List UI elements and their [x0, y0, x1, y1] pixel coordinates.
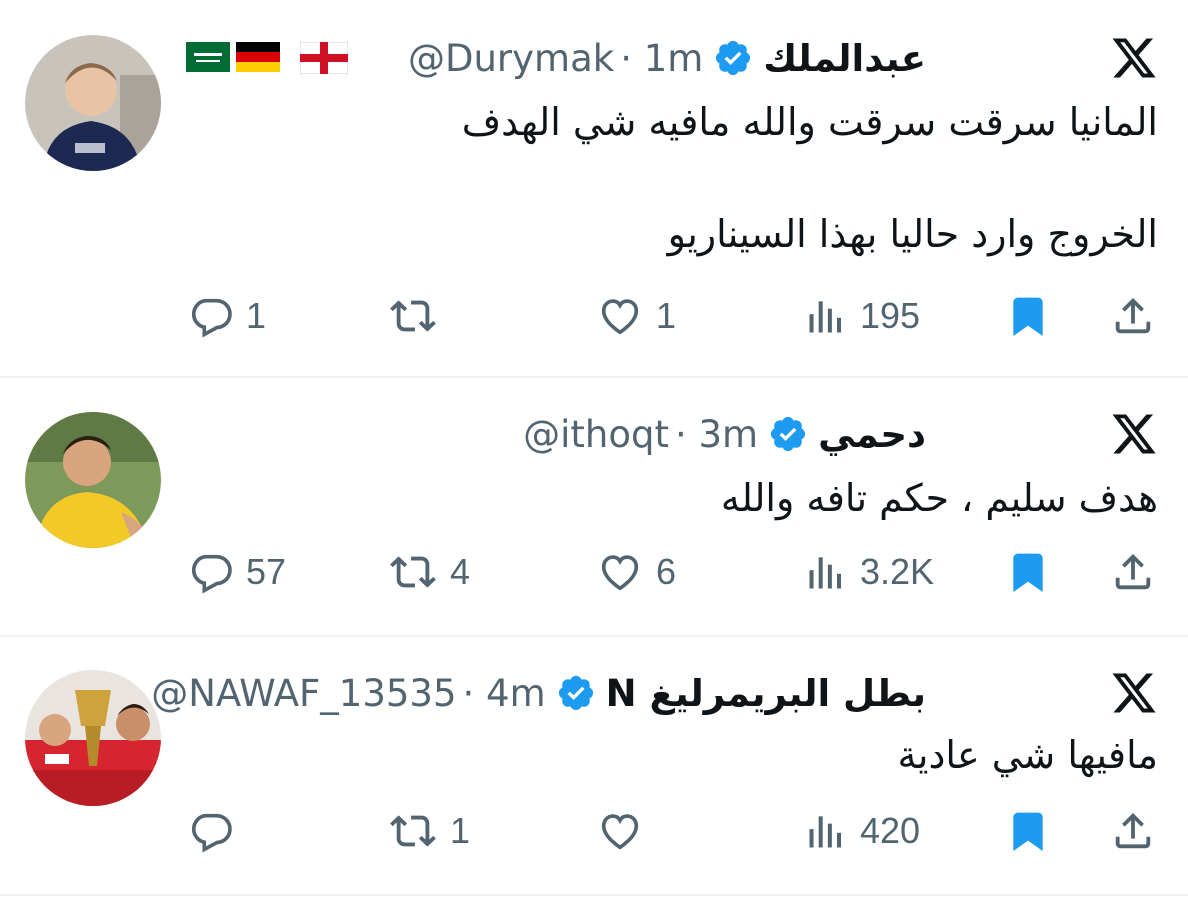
tweet-text-line: مافيها شي عادية: [897, 733, 1158, 777]
view-count: 420: [860, 810, 921, 851]
action-bar: 1 1 195: [180, 288, 1160, 344]
like-button[interactable]: 6: [596, 544, 676, 600]
reply-count: 57: [246, 551, 287, 592]
verified-badge-icon: [768, 414, 808, 454]
tweet-text-line: المانيا سرقت سرقت والله مافيه شي الهدف: [461, 100, 1158, 144]
like-count: 1: [656, 295, 677, 336]
timestamp: · 1m: [620, 36, 704, 80]
retweet-icon: [390, 300, 436, 332]
author-name[interactable]: دحمي: [818, 413, 926, 456]
tweet-text-line: الخروج وارد حاليا بهذا السيناريو: [667, 212, 1158, 256]
reply-button[interactable]: [188, 803, 246, 859]
share-button[interactable]: [1110, 803, 1156, 859]
heart-icon: [601, 555, 639, 591]
author-handle[interactable]: @Durymak · 1m: [408, 37, 703, 80]
like-button[interactable]: 1: [596, 288, 676, 344]
timestamp: · 4m: [462, 671, 546, 715]
bookmark-button[interactable]: [1006, 288, 1050, 344]
views-icon: [809, 816, 842, 848]
share-icon: [1115, 812, 1151, 849]
view-count: 3.2K: [860, 551, 935, 592]
bookmark-button[interactable]: [1006, 803, 1050, 859]
tweet-card[interactable]: بطل البريمرليغ N @NAWAF_13535 · 4m مافيها…: [0, 637, 1188, 895]
share-button[interactable]: [1110, 288, 1156, 344]
x-logo-icon[interactable]: [1110, 34, 1158, 82]
author-handle[interactable]: @ithoqt · 3m: [523, 413, 758, 456]
heart-icon: [601, 814, 639, 850]
retweet-icon: [390, 556, 436, 588]
like-count: 6: [656, 551, 677, 592]
share-button[interactable]: [1110, 544, 1156, 600]
tweet-text-line: هدف سليم ، حكم تافه والله: [720, 476, 1158, 520]
timestamp: · 3m: [674, 412, 759, 456]
avatar[interactable]: [25, 412, 161, 548]
tweet-header: بطل البريمرليغ N @NAWAF_13535 · 4m: [151, 665, 926, 721]
tweet-header: دحمي @ithoqt · 3m: [523, 406, 926, 462]
retweet-count: 1: [450, 810, 471, 851]
retweet-icon: [390, 815, 436, 847]
x-logo-icon[interactable]: [1110, 410, 1158, 458]
tweet-separator: [0, 894, 1188, 896]
avatar[interactable]: [25, 670, 161, 806]
handle-text: @NAWAF_13535: [151, 671, 457, 715]
flag-emojis: [186, 41, 349, 75]
author-name[interactable]: عبدالملك: [763, 37, 926, 80]
retweet-button[interactable]: [388, 288, 450, 344]
retweet-button[interactable]: 4: [388, 544, 470, 600]
saudi-flag-icon: [186, 42, 230, 72]
author-handle[interactable]: @NAWAF_13535 · 4m: [151, 672, 545, 715]
like-button[interactable]: [596, 803, 656, 859]
tweet-text: مافيها شي عادية: [198, 727, 1158, 783]
tweet-text: هدف سليم ، حكم تافه والله: [198, 470, 1158, 526]
reply-button[interactable]: 1: [188, 288, 266, 344]
heart-icon: [601, 299, 639, 335]
avatar[interactable]: [25, 35, 161, 171]
x-logo-icon[interactable]: [1110, 669, 1158, 717]
handle-text: @Durymak: [407, 36, 615, 80]
reply-button[interactable]: 57: [188, 544, 286, 600]
reply-icon: [191, 298, 232, 338]
tweet-card[interactable]: دحمي @ithoqt · 3m هدف سليم ، حكم تافه وال…: [0, 378, 1188, 636]
view-count: 195: [860, 295, 921, 336]
bookmark-filled-icon: [1013, 297, 1043, 337]
views-button[interactable]: 420: [804, 803, 920, 859]
bookmark-filled-icon: [1013, 553, 1043, 593]
reply-count: 1: [246, 295, 267, 336]
tweet-header: عبدالملك @Durymak · 1m: [408, 30, 926, 86]
germany-flag-icon: [236, 42, 280, 72]
views-button[interactable]: 3.2K: [804, 544, 934, 600]
action-bar: 57 4 6 3.2K: [180, 544, 1160, 600]
action-bar: 1 420: [180, 803, 1160, 859]
bookmark-button[interactable]: [1006, 544, 1050, 600]
views-icon: [809, 557, 842, 589]
author-name[interactable]: بطل البريمرليغ N: [606, 672, 926, 715]
verified-badge-icon: [556, 673, 596, 713]
share-icon: [1115, 297, 1151, 334]
reply-icon: [191, 554, 232, 594]
handle-text: @ithoqt: [523, 412, 669, 456]
views-button[interactable]: 195: [804, 288, 920, 344]
views-icon: [809, 301, 842, 333]
england-flag-icon: [299, 41, 349, 75]
share-icon: [1115, 553, 1151, 590]
verified-badge-icon: [713, 38, 753, 78]
retweet-button[interactable]: 1: [388, 803, 470, 859]
bookmark-filled-icon: [1013, 812, 1043, 852]
retweet-count: 4: [450, 551, 471, 592]
tweet-text: المانيا سرقت سرقت والله مافيه شي الهدف ا…: [198, 94, 1158, 262]
tweet-card[interactable]: عبدالملك @Durymak · 1m المانيا سرقت سرقت …: [0, 0, 1188, 377]
reply-icon: [191, 813, 232, 853]
